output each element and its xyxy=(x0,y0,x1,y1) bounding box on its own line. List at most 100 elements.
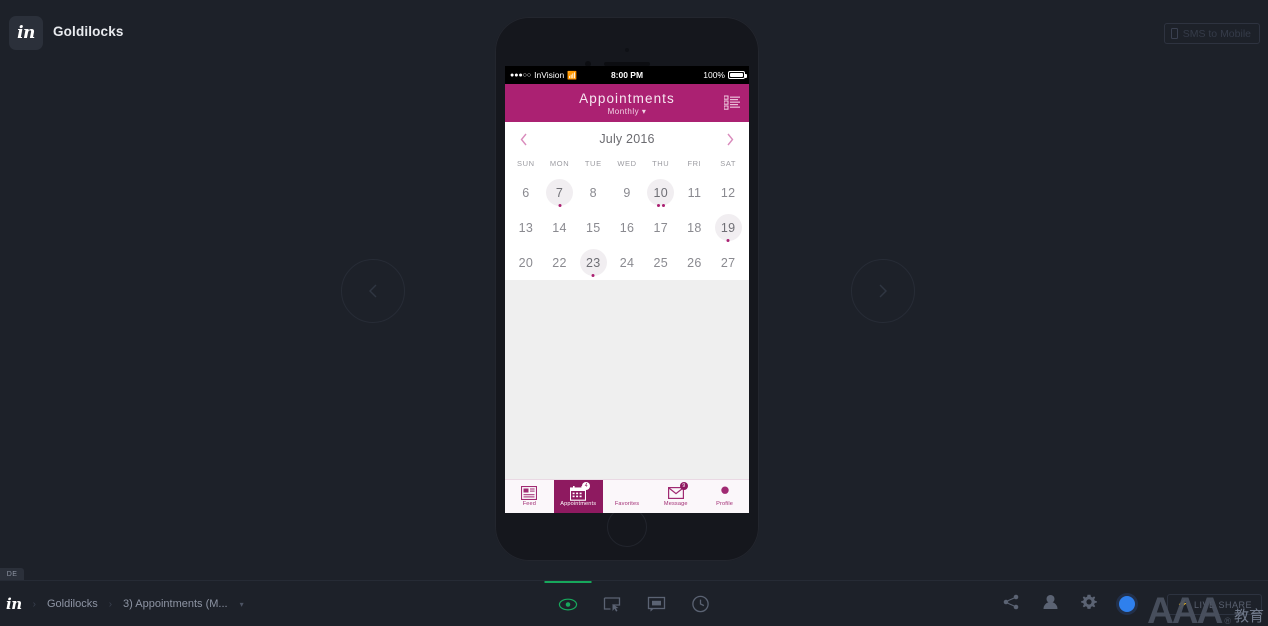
calendar-day-cell[interactable]: 20 xyxy=(509,245,543,280)
calendar-day-cell[interactable]: 19 xyxy=(711,210,745,245)
weekday-label: FRI xyxy=(687,159,702,168)
tab-appointments[interactable]: 4 Appointments xyxy=(553,480,603,513)
calendar-day-cell[interactable]: 26 xyxy=(678,245,712,280)
proximity-sensor-icon xyxy=(625,48,629,52)
calendar-day-number: 9 xyxy=(623,185,631,200)
calendar-day-cell[interactable]: 14 xyxy=(543,210,577,245)
view-mode-dropdown[interactable]: Monthly ▾ xyxy=(608,107,647,116)
calendar-day-number: 24 xyxy=(619,255,635,270)
home-button[interactable] xyxy=(607,507,647,547)
breadcrumb-project[interactable]: Goldilocks xyxy=(47,598,98,610)
ios-status-bar: ●●●○○ InVision 📶 8:00 PM 100% xyxy=(505,66,749,84)
device-frame: ●●●○○ InVision 📶 8:00 PM 100% Appointmen… xyxy=(495,17,759,561)
history-clock-icon xyxy=(691,595,709,613)
calendar-day-cell[interactable]: 12 xyxy=(711,175,745,210)
calendar-day-cell[interactable]: 16 xyxy=(610,210,644,245)
collapsed-tab-stub[interactable]: DE xyxy=(0,568,24,580)
calendar-day-cell[interactable]: 7 xyxy=(543,175,577,210)
calendar-day-cell[interactable]: 13 xyxy=(509,210,543,245)
calendar-day-cell[interactable]: 11 xyxy=(678,175,712,210)
tab-favorites[interactable]: Favorites xyxy=(603,480,652,513)
envelope-icon: 9 xyxy=(667,482,688,500)
calendar-day-cell[interactable]: 9 xyxy=(610,175,644,210)
mobile-phone-icon xyxy=(1170,28,1178,39)
right-tools xyxy=(1003,581,1135,626)
calendar-day-number: 10 xyxy=(647,179,675,206)
weekday-label: SUN xyxy=(517,159,535,168)
user-button[interactable] xyxy=(1042,594,1059,614)
chevron-down-icon[interactable]: ▾ xyxy=(240,600,244,609)
preview-eye-icon xyxy=(558,598,578,610)
tab-message[interactable]: 9 Message xyxy=(651,480,700,513)
battery-percent: 100% xyxy=(703,70,725,80)
month-navigation: July 2016 xyxy=(505,122,749,156)
calendar-day-cell[interactable]: 18 xyxy=(678,210,712,245)
invision-logo-button[interactable]: in xyxy=(9,16,43,50)
preview-mode-button[interactable] xyxy=(544,580,592,614)
comment-icon xyxy=(647,596,665,612)
breadcrumb-screen[interactable]: 3) Appointments (M... xyxy=(123,598,228,610)
appointment-dots xyxy=(591,274,595,277)
current-month-label: July 2016 xyxy=(599,132,655,146)
calendar-day-number: 7 xyxy=(546,179,574,206)
settings-button[interactable] xyxy=(1081,594,1097,615)
calendar-day-number: 17 xyxy=(653,220,668,235)
sms-to-mobile-button[interactable]: SMS to Mobile xyxy=(1163,23,1260,44)
sms-to-mobile-label: SMS to Mobile xyxy=(1182,27,1251,40)
next-screen-button[interactable] xyxy=(851,259,915,323)
live-share-label: LIVE SHARE xyxy=(1193,599,1252,610)
calendar-day-number: 27 xyxy=(720,255,736,270)
share-button[interactable] xyxy=(1003,594,1020,615)
tab-label: Appointments xyxy=(560,501,597,507)
calendar-grid: 6 7 8 9 10 11 12 13 14 15 16 17 18 19 20 22 23 24 25 26 27 xyxy=(505,171,749,280)
history-button[interactable] xyxy=(691,595,710,614)
tab-badge: 9 xyxy=(679,482,688,490)
calendar-day-cell[interactable]: 8 xyxy=(576,175,610,210)
home-logo-button[interactable]: in xyxy=(6,595,22,613)
calendar-day-number: 25 xyxy=(653,255,668,270)
calendar-day-number: 6 xyxy=(522,185,530,200)
calendar-icon: 4 xyxy=(570,482,591,501)
calendar-day-cell[interactable]: 24 xyxy=(610,245,644,280)
live-share-button[interactable]: ⚡ LIVE SHARE xyxy=(1167,594,1262,615)
tab-profile[interactable]: Profile xyxy=(700,480,749,513)
breadcrumb: in › Goldilocks › 3) Appointments (M... … xyxy=(0,581,244,626)
tab-label: Message xyxy=(663,501,688,507)
status-bar-right: 100% xyxy=(703,70,747,80)
tab-feed[interactable]: Feed xyxy=(505,480,554,513)
calendar-day-number: 18 xyxy=(687,220,702,235)
weekday-label: MON xyxy=(549,159,570,168)
build-mode-button[interactable] xyxy=(603,595,622,614)
calendar-day-cell[interactable]: 6 xyxy=(509,175,543,210)
calendar-day-number: 22 xyxy=(552,255,567,270)
calendar-day-number: 8 xyxy=(589,185,597,200)
heart-icon xyxy=(619,486,635,500)
bolt-icon: ⚡ xyxy=(1177,599,1189,609)
calendar-day-cell[interactable]: 25 xyxy=(644,245,678,280)
previous-month-button[interactable] xyxy=(516,131,532,147)
calendar-day-number: 13 xyxy=(518,220,534,235)
tab-badge: 4 xyxy=(582,482,591,490)
calendar-day-cell[interactable]: 10 xyxy=(644,175,678,210)
account-avatar[interactable] xyxy=(1119,596,1135,612)
chevron-left-icon xyxy=(369,284,377,298)
chevron-right-icon xyxy=(879,284,887,298)
calendar-day-number: 26 xyxy=(687,255,702,270)
bottom-toolbar: in › Goldilocks › 3) Appointments (M... … xyxy=(0,580,1268,626)
comment-mode-button[interactable] xyxy=(647,595,666,614)
calendar-day-number: 12 xyxy=(720,185,736,200)
chevron-left-icon xyxy=(520,133,527,145)
calendar-day-cell[interactable]: 27 xyxy=(711,245,745,280)
watermark-sup: ® xyxy=(1224,616,1231,626)
previous-screen-button[interactable] xyxy=(341,259,405,323)
next-month-button[interactable] xyxy=(722,131,738,147)
breadcrumb-separator: › xyxy=(108,598,113,610)
battery-icon xyxy=(728,71,747,79)
appointment-dots xyxy=(726,239,730,242)
calendar-day-cell[interactable]: 23 xyxy=(576,245,610,280)
calendar-day-cell[interactable]: 22 xyxy=(543,245,577,280)
share-icon xyxy=(1003,594,1019,609)
list-view-icon[interactable] xyxy=(724,95,740,110)
calendar-day-cell[interactable]: 15 xyxy=(576,210,610,245)
calendar-day-cell[interactable]: 17 xyxy=(644,210,678,245)
